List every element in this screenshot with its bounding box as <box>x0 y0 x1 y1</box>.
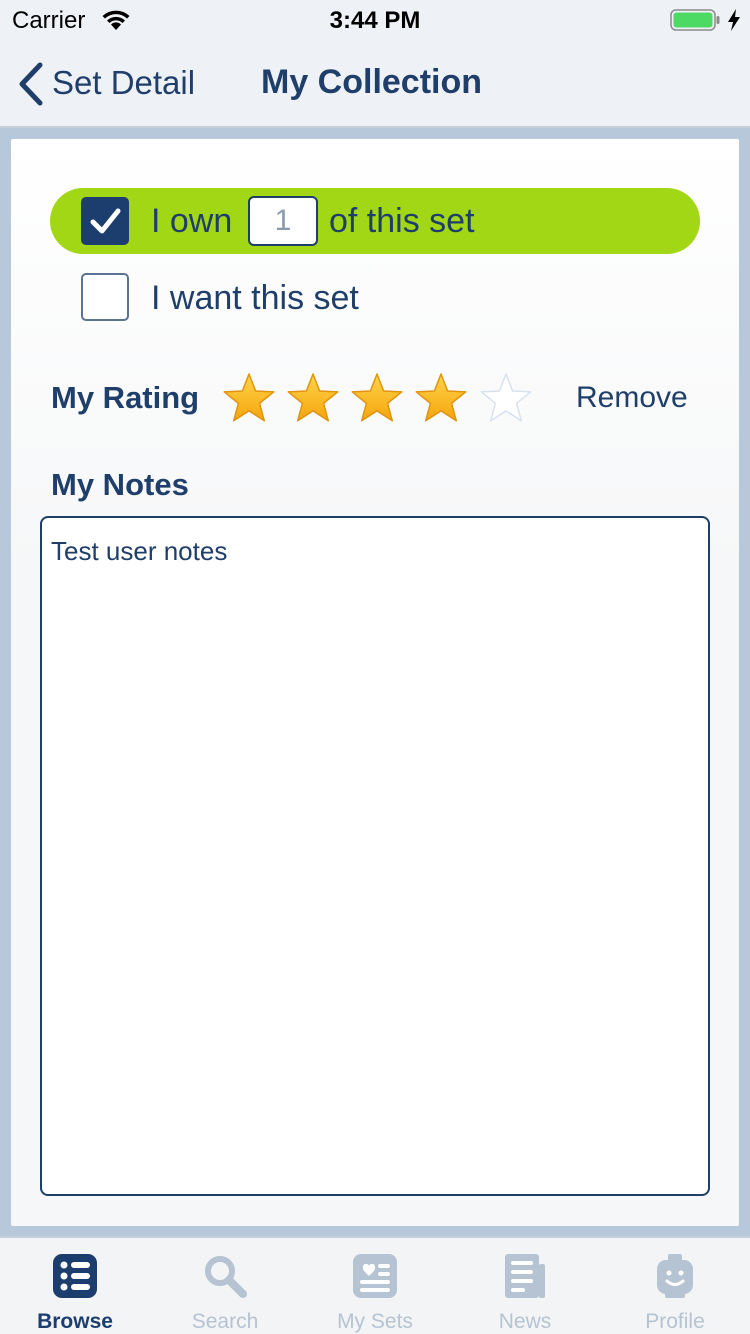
page-title: My Collection <box>261 63 483 101</box>
news-icon <box>505 1254 545 1298</box>
want-set-checkbox[interactable] <box>81 273 129 321</box>
tab-news[interactable]: News <box>450 1238 600 1334</box>
navigation-bar: Set Detail My Collection <box>0 40 750 128</box>
notes-label: My Notes <box>51 467 189 502</box>
star-3-icon[interactable] <box>349 372 405 426</box>
my-sets-icon <box>353 1254 397 1298</box>
back-button[interactable]: Set Detail <box>52 64 195 102</box>
star-2-icon[interactable] <box>285 372 341 426</box>
back-chevron-icon[interactable] <box>16 62 44 106</box>
own-set-label-suffix: of this set <box>329 202 475 240</box>
own-quantity-input[interactable] <box>248 196 318 246</box>
star-1-icon[interactable] <box>221 372 277 426</box>
want-set-label: I want this set <box>151 279 359 317</box>
own-set-checkbox[interactable] <box>81 197 129 245</box>
status-time: 3:44 PM <box>329 7 421 34</box>
star-5-icon[interactable] <box>478 372 534 426</box>
list-icon <box>53 1254 97 1298</box>
tab-my-sets[interactable]: My Sets <box>300 1238 450 1334</box>
search-icon <box>205 1256 247 1298</box>
tab-bar: Browse Search My Sets News Profile <box>0 1236 750 1334</box>
tab-label-browse: Browse <box>37 1310 113 1333</box>
notes-textarea[interactable]: Test user notes <box>40 516 710 1196</box>
status-bar: Carrier 3:44 PM <box>0 0 750 40</box>
tab-label-news: News <box>498 1310 552 1333</box>
remove-rating-button[interactable]: Remove <box>576 381 688 415</box>
own-set-label-prefix: I own <box>151 202 233 240</box>
tab-profile[interactable]: Profile <box>600 1238 750 1334</box>
profile-icon <box>657 1254 693 1298</box>
tab-search[interactable]: Search <box>150 1238 300 1334</box>
charging-bolt-icon <box>728 9 740 31</box>
tab-label-profile: Profile <box>645 1310 705 1333</box>
tab-browse[interactable]: Browse <box>0 1238 150 1334</box>
checkmark-icon <box>90 208 121 234</box>
rating-label: My Rating <box>51 380 200 415</box>
star-4-icon[interactable] <box>413 372 469 426</box>
tab-label-my-sets: My Sets <box>337 1310 413 1333</box>
battery-icon <box>670 9 720 31</box>
tab-label-search: Search <box>191 1310 259 1333</box>
